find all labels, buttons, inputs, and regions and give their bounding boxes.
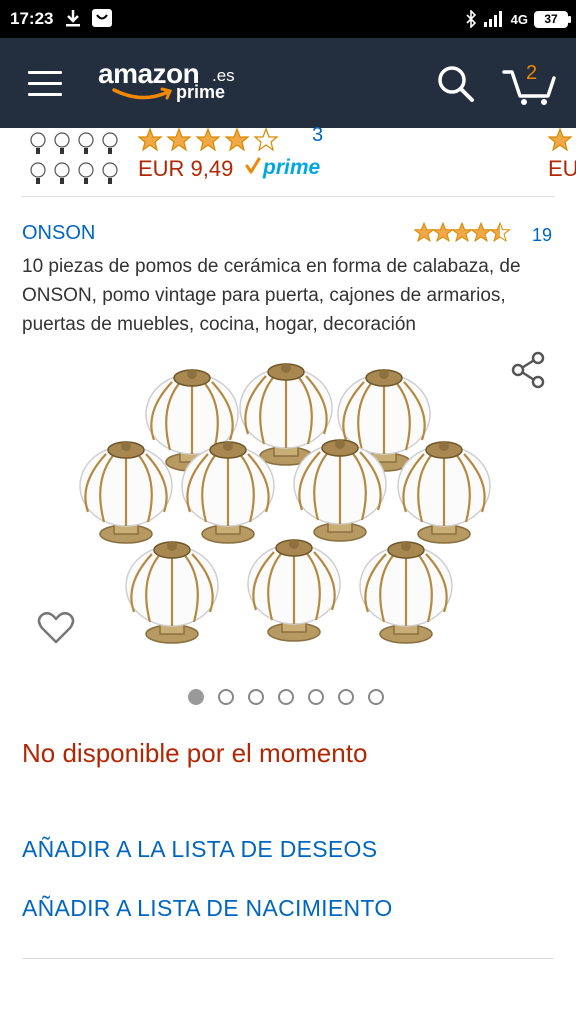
status-bar: 17:23 4G 37 — [0, 0, 576, 38]
carousel-dot-5[interactable] — [308, 689, 324, 705]
related-products-strip: 3 EUR 9,49 prime EU — [0, 124, 576, 196]
network-type: 4G — [510, 11, 528, 27]
carousel-dot-3[interactable] — [248, 689, 264, 705]
add-to-baby-registry-button[interactable]: AÑADIR A LISTA DE NACIMIENTO — [22, 895, 393, 922]
product-title: 10 piezas de pomos de cerámica en forma … — [22, 256, 521, 335]
add-to-wishlist-button[interactable]: AÑADIR A LA LISTA DE DESEOS — [22, 836, 377, 863]
share-icon[interactable] — [508, 350, 548, 390]
smile-arrow-icon — [112, 87, 173, 100]
status-time: 17:23 — [10, 9, 54, 28]
cart-button[interactable]: 2 — [502, 60, 558, 106]
related-product-thumbnail[interactable] — [26, 130, 126, 188]
related-price: EUR 9,49 — [138, 156, 234, 181]
review-count[interactable]: 19 — [532, 225, 552, 246]
heart-icon[interactable] — [36, 608, 76, 648]
logo-prime: prime — [176, 82, 226, 102]
app-header: amazon .es prime 2 — [0, 38, 576, 128]
battery-level: 37 — [544, 11, 558, 26]
carousel-dot-6[interactable] — [338, 689, 354, 705]
cart-count: 2 — [526, 62, 538, 84]
prime-label: prime — [262, 156, 321, 179]
product-rating-stars[interactable] — [414, 222, 514, 244]
download-icon — [66, 10, 80, 27]
divider — [22, 196, 554, 197]
availability-status: No disponible por el momento — [22, 738, 368, 768]
brand-link[interactable]: ONSON — [22, 222, 95, 245]
carousel-dot-4[interactable] — [278, 689, 294, 705]
product-image[interactable] — [72, 344, 504, 664]
next-product-price: EU — [548, 156, 576, 181]
related-rating-stars — [138, 128, 279, 152]
search-icon[interactable] — [436, 64, 476, 104]
carousel-dot-2[interactable] — [218, 689, 234, 705]
notification-icon — [92, 9, 112, 27]
menu-icon[interactable] — [28, 71, 62, 97]
image-carousel-dots — [188, 689, 388, 705]
prime-badge: prime — [245, 156, 321, 179]
divider — [22, 958, 554, 959]
carousel-dot-1[interactable] — [188, 689, 204, 705]
next-product-rating-stars — [548, 128, 573, 152]
carousel-dot-7[interactable] — [368, 689, 384, 705]
related-review-count[interactable]: 3 — [312, 124, 323, 147]
battery-icon: 37 — [534, 10, 571, 28]
bluetooth-icon — [466, 10, 476, 28]
signal-icon — [483, 11, 502, 27]
amazon-logo[interactable]: amazon .es prime — [98, 58, 238, 110]
